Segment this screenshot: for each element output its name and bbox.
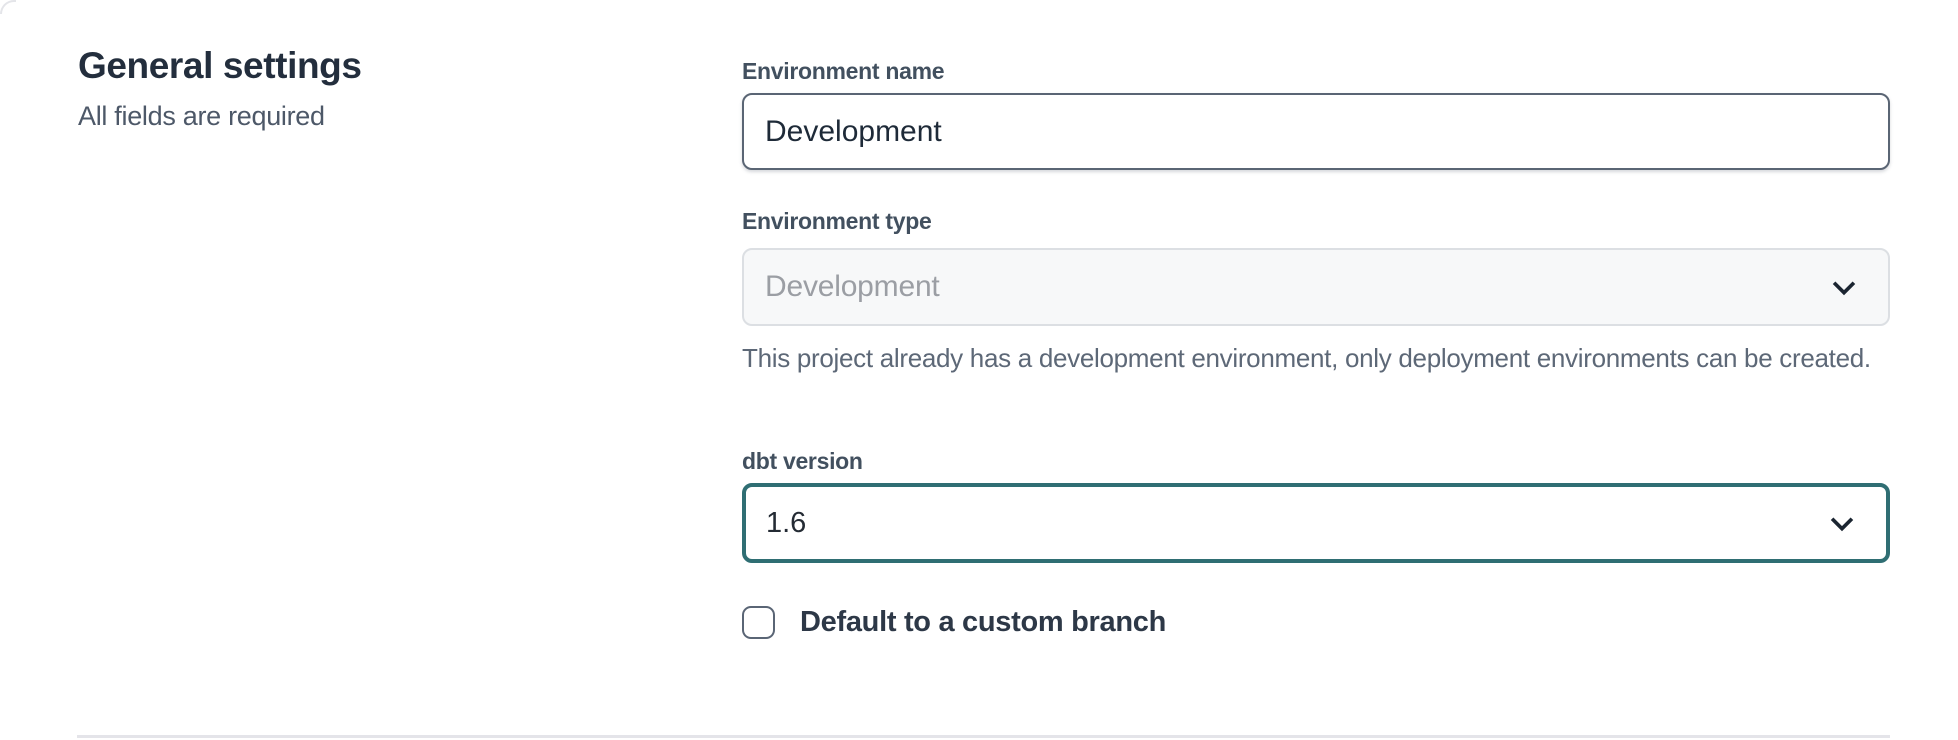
chevron-down-icon <box>1824 505 1860 541</box>
page-title: General settings <box>78 47 678 86</box>
environment-name-input[interactable] <box>742 93 1890 170</box>
card-corner-decoration <box>0 0 16 14</box>
dbt-version-value: 1.6 <box>766 507 806 540</box>
chevron-down-icon <box>1826 269 1862 305</box>
dbt-version-select[interactable]: 1.6 <box>742 483 1890 563</box>
environment-type-value: Development <box>765 270 940 304</box>
custom-branch-label[interactable]: Default to a custom branch <box>800 606 1166 639</box>
section-divider <box>77 735 1890 738</box>
settings-header: General settings All fields are required <box>78 47 678 132</box>
environment-name-label: Environment name <box>742 57 944 85</box>
custom-branch-checkbox[interactable] <box>742 606 775 639</box>
page-subtitle: All fields are required <box>78 101 678 132</box>
environment-type-select[interactable]: Development <box>742 248 1890 326</box>
dbt-version-label: dbt version <box>742 447 863 475</box>
general-settings-page: General settings All fields are required… <box>0 0 1958 740</box>
custom-branch-row: Default to a custom branch <box>742 606 1166 639</box>
environment-type-helper-text: This project already has a development e… <box>742 339 1892 377</box>
environment-type-label: Environment type <box>742 207 931 235</box>
